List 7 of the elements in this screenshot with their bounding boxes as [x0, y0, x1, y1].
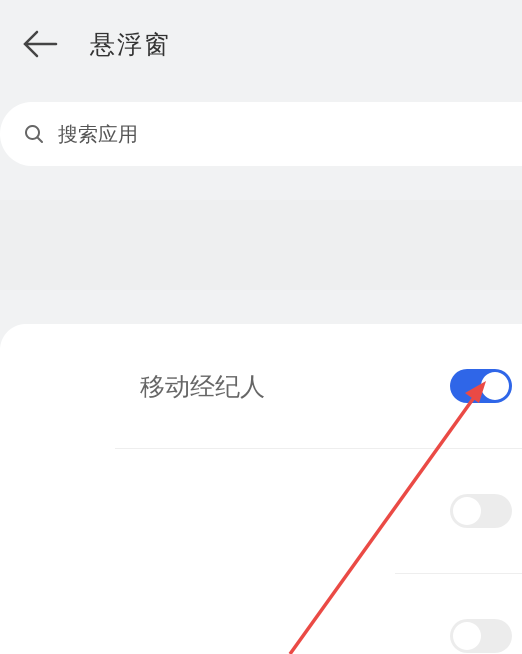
- toggle-switch[interactable]: [450, 369, 512, 403]
- search-field[interactable]: 搜索应用: [0, 102, 522, 166]
- back-arrow-icon: [22, 29, 58, 59]
- page-title: 悬浮窗: [90, 28, 171, 60]
- search-icon: [24, 124, 44, 144]
- back-button[interactable]: [22, 29, 58, 59]
- app-name: 移动经纪人: [140, 370, 265, 402]
